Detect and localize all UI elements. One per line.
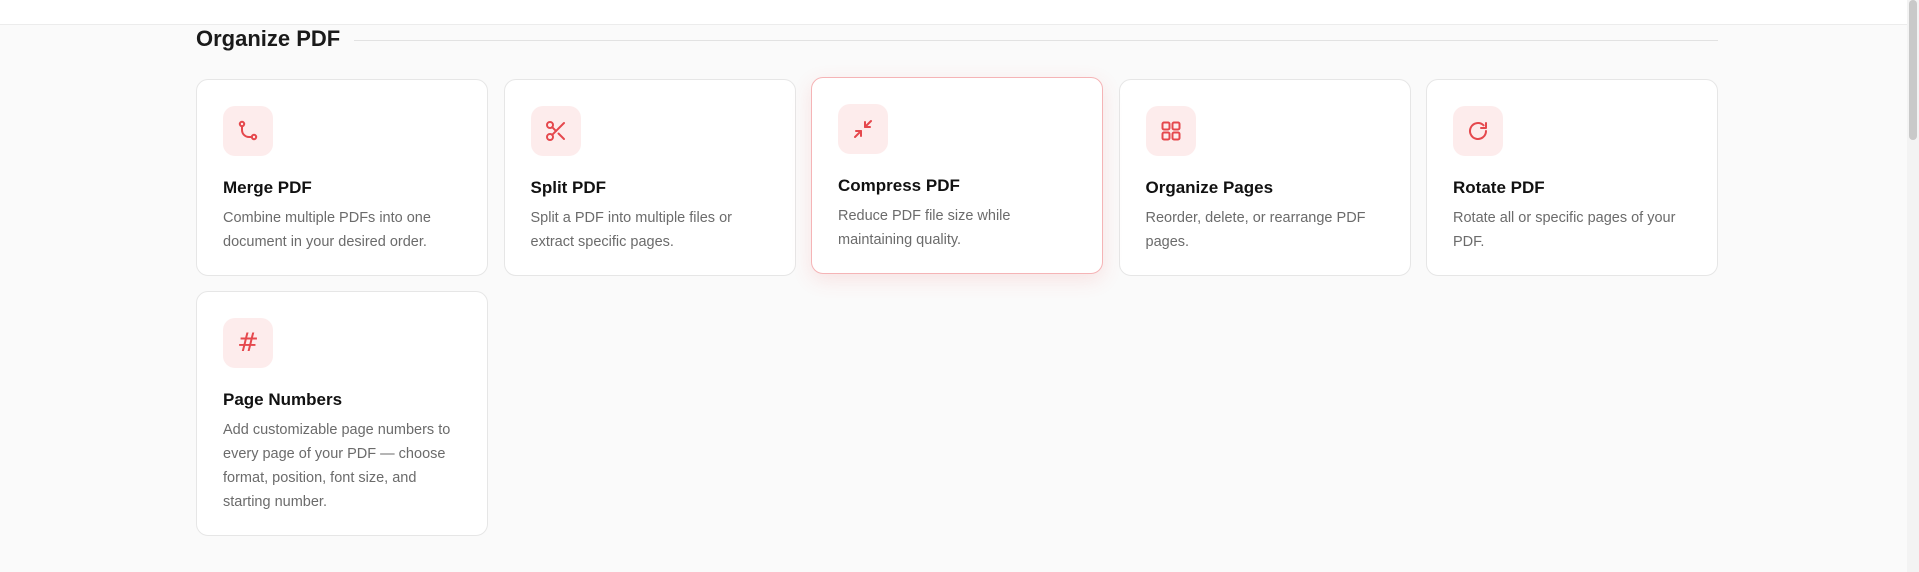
tool-description: Rotate all or specific pages of your PDF… xyxy=(1453,210,1676,250)
tool-card-page-numbers[interactable]: # Page Numbers Add customizable page num… xyxy=(196,291,488,536)
tool-card-rotate-pdf[interactable]: Rotate PDF Rotate all or specific pages … xyxy=(1426,79,1718,276)
tool-title: Organize Pages xyxy=(1145,178,1274,197)
tool-description: Add customizable page numbers to every p… xyxy=(223,422,451,510)
tool-description: Reorder, delete, or rearrange PDF pages. xyxy=(1145,210,1366,250)
tool-card-merge-pdf[interactable]: Merge PDF Combine multiple PDFs into one… xyxy=(196,79,488,276)
tool-title: Merge PDF xyxy=(223,178,312,197)
tool-title: Split PDF xyxy=(530,178,607,197)
scrollbar-thumb[interactable] xyxy=(1909,0,1917,140)
tool-description: Combine multiple PDFs into one document … xyxy=(223,210,431,250)
tool-card-split-pdf[interactable]: Split PDF Split a PDF into multiple file… xyxy=(503,79,796,276)
tool-card-organize-pages[interactable]: Organize Pages Reorder, delete, or rearr… xyxy=(1118,79,1411,276)
tool-title: Page Numbers xyxy=(223,390,343,409)
merge-icon xyxy=(223,106,273,156)
scissors-icon xyxy=(530,106,581,156)
tool-description: Reduce PDF file size while maintaining q… xyxy=(838,208,1011,248)
compress-icon xyxy=(838,104,888,154)
tool-title: Compress PDF xyxy=(838,176,960,195)
top-navigation-bar xyxy=(0,0,1919,25)
section-divider xyxy=(354,39,1718,41)
tool-card-compress-pdf[interactable]: Compress PDF Reduce PDF file size while … xyxy=(811,77,1103,274)
grid-icon xyxy=(1145,106,1196,156)
section-header: Organize PDF xyxy=(196,26,1718,52)
section-title: Organize PDF xyxy=(196,26,341,51)
tool-title: Rotate PDF xyxy=(1453,178,1545,197)
tool-description: Split a PDF into multiple files or extra… xyxy=(530,210,732,250)
tool-grid: Merge PDF Combine multiple PDFs into one… xyxy=(196,77,1718,536)
rotate-icon xyxy=(1453,106,1503,156)
hash-icon: # xyxy=(223,318,273,368)
page-scrollbar[interactable] xyxy=(1907,0,1919,572)
